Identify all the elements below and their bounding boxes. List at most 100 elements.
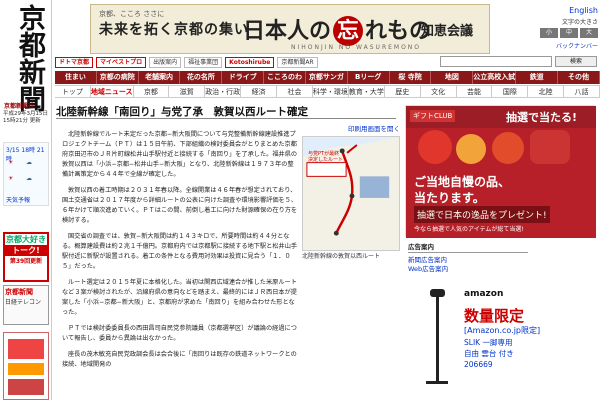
subnav-item-active[interactable]: 地域ニュース [90,85,134,98]
weather-link[interactable]: 天気予報 [6,195,30,204]
service-link[interactable]: 出版案内 [149,56,182,68]
article-paragraph: ルート選定は２０１５年夏に本格化した。当初は関西広域連合が推した米原ルートなど３… [62,279,297,316]
monopod-icon [436,293,439,383]
sun-icon: ☀ [8,175,14,182]
search-button[interactable]: 検索 [555,56,597,67]
nav-item[interactable]: 鉄道 [516,71,559,84]
service-link[interactable]: Kotoshirube [225,56,275,68]
ad-info-box: 広告案内 新聞広告案内 Web広告案内 [408,243,528,274]
nav-item[interactable]: 花の名所 [180,71,223,84]
gift-ad-header: ギフトCLUB 抽選で当たる! [406,106,596,128]
gift-ad-line1: ご当地自慢の品、 [414,175,511,189]
article-paragraph: 国交省の調査では、敦賀−新大阪間は約１４３キロで、所要時間は約４４分となる。概算… [62,233,298,270]
map-legend: 与党PTが最終決定したルート [308,151,344,163]
banner-circle-char: 忘 [333,16,364,46]
nav-item[interactable]: その他 [558,71,600,84]
font-size-buttons: 小 中 大 [510,28,598,38]
nav-item[interactable]: 桜 寺院 [389,71,432,84]
subnav-item[interactable]: 京都 [133,85,170,98]
print-link[interactable]: 印刷用画面を開く [302,123,400,133]
gift-ad-line4: 今なら抽選で人気のアイテムが総て当選! [414,226,524,233]
kyoto-talk-ad-title: 京都大好き [6,235,46,244]
subnav-item[interactable]: トップ [55,85,91,98]
subnav-item[interactable]: 滋賀 [169,85,206,98]
subnav-item[interactable]: 八話 [564,85,600,98]
update-date: 平成29年3月15日 15時21分 更新 [3,111,48,124]
amazon-desc[interactable]: SLIK 一脚専用 自由 雲台 付き [464,337,584,359]
newspaper-ad-link[interactable]: 新聞広告案内 [408,256,528,265]
nav-item[interactable]: こころのわ [264,71,306,84]
article-paragraph: 座長の茂木敏充自民党政調会長は会合後に「南回りは既存の鉄道ネットワークとの接続、… [62,351,297,368]
nav-item[interactable]: 地図 [431,71,474,84]
kyoto-talk-ad-sub: 第39回更新 [9,258,43,265]
subnav-item[interactable]: 経済 [241,85,278,98]
subnav-item[interactable]: 文化 [420,85,457,98]
banner-right: 知恵会議 [421,24,474,39]
amazon-limited-text: 数量限定 [464,307,525,325]
apple-icon [418,130,452,164]
left-sidebar: 京都新聞 京都新聞社 平成29年3月15日 15時21分 更新 3/15 18時… [0,0,52,400]
gift-club-ad[interactable]: ギフトCLUB 抽選で当たる! ご当地自慢の品、 当たります。 抽選で日本の逸品… [405,105,596,238]
amazon-ad[interactable]: amazon 数量限定 [Amazon.co.jp限定] SLIK 一脚専用 自… [412,285,592,397]
weather-widget[interactable]: 3/15 18時 21時 ☀ ☁ ☀ ☁ 天気予報 [3,142,49,206]
search-input[interactable] [440,56,552,67]
font-large-button[interactable]: 大 [580,28,598,38]
monopod-base-icon [426,381,448,384]
kyoto-talk-ad-main: トーク! [5,245,47,256]
gift-ad-line2: 当たります。 [414,191,485,205]
headline-divider [56,118,396,119]
nav-item[interactable]: 京都の病院 [96,71,139,84]
fruit-icon [456,134,486,164]
telecom-ad-sub: 日経テレコン [5,299,42,306]
telecom-ad[interactable]: 京都新聞 日経テレコン [3,285,49,325]
amazon-desc-line: SLIK 一脚専用 [464,338,513,347]
subnav-item[interactable]: 北陸 [528,85,565,98]
cloud-icon: ☁ [26,159,32,166]
article-figure: 印刷用画面を開く 与党PTが最終決定したルート 北陸新幹線の敦賀以西ルート [302,123,400,261]
nav-item[interactable]: Bリーグ [347,71,390,84]
amazon-logo: amazon [464,289,504,299]
subnav-item[interactable]: 科学・環境 [312,85,349,98]
service-link[interactable]: 福祉事業団 [184,56,223,68]
subnav-item[interactable]: 政治・行政 [205,85,242,98]
service-link[interactable]: 京都新聞AR [277,56,318,68]
map-caption: 北陸新幹線の敦賀以西ルート [302,253,381,260]
banner-main-text: 日本人の忘れもの [243,13,431,46]
amazon-link[interactable]: [Amazon.co.jp限定] [464,325,540,336]
banner-sub: NIHONJIN NO WASUREMONO [291,44,422,51]
subnav-item[interactable]: 芸能 [456,85,493,98]
telecom-ad-title: 京都新聞 [5,288,33,296]
sub-nav: トップ 地域ニュース 京都 滋賀 政治・行政 経済 社会 科学・環境 教育・大学… [55,85,600,98]
nav-item[interactable]: 老舗案内 [138,71,181,84]
subnav-item[interactable]: 社会 [277,85,313,98]
font-medium-button[interactable]: 中 [560,28,578,38]
backnumber-link[interactable]: バックナンバー [510,41,598,50]
subnav-item[interactable]: 教育・大学 [348,85,385,98]
gift-ad-head-text: 抽選で当たる! [506,111,578,124]
service-link[interactable]: ドトマ京都 [55,56,94,68]
web-ad-link[interactable]: Web広告案内 [408,265,528,274]
newspaper-logo[interactable]: 京都新聞 [6,4,45,112]
sun-icon: ☀ [8,159,14,166]
article-paragraph: 北陸新幹線でルート未定だった京都−新大阪間について与党整備新幹線建設推進プロジェ… [62,131,298,178]
service-link[interactable]: マイベストプロ [96,56,147,68]
subnav-item[interactable]: 歴史 [384,85,421,98]
nav-item[interactable]: 公立高校入試 [473,71,517,84]
article-paragraph: ＰＴでは検討委委員長の西田昌司自民党参院議員（京都選挙区）が議論の経過について報… [62,325,297,342]
top-banner-ad[interactable]: 京都、こころ ささに 未来を拓く京都の集い 日本人の忘れもの NIHONJIN … [90,4,490,54]
sidebar-banner-ad[interactable] [3,332,49,400]
kyoto-talk-ad[interactable]: 京都大好き トーク! 第39回更新 [3,232,49,282]
nav-item[interactable]: 京都サンガ [305,71,348,84]
company-logo[interactable]: 京都新聞社 [4,101,50,110]
banner-line1: 京都、こころ ささに [99,10,165,18]
main-nav: 住まい 京都の病院 老舗案内 花の名所 ドライブ こころのわ 京都サンガ Bリー… [55,71,600,84]
monopod-head-icon [430,289,445,297]
nav-item[interactable]: 住まい [55,71,97,84]
banner-line2: 未来を拓く京都の集い [99,22,249,38]
article-paragraph: 敦賀以西の着工時期は２０３１年春以降。全線開業は４６年春が想定されており、国土交… [62,187,298,224]
subnav-item[interactable]: 国際 [492,85,529,98]
font-small-button[interactable]: 小 [540,28,558,38]
ad-info-heading: 広告案内 [408,243,528,253]
nav-item[interactable]: ドライブ [222,71,265,84]
english-link[interactable]: English [510,6,598,15]
